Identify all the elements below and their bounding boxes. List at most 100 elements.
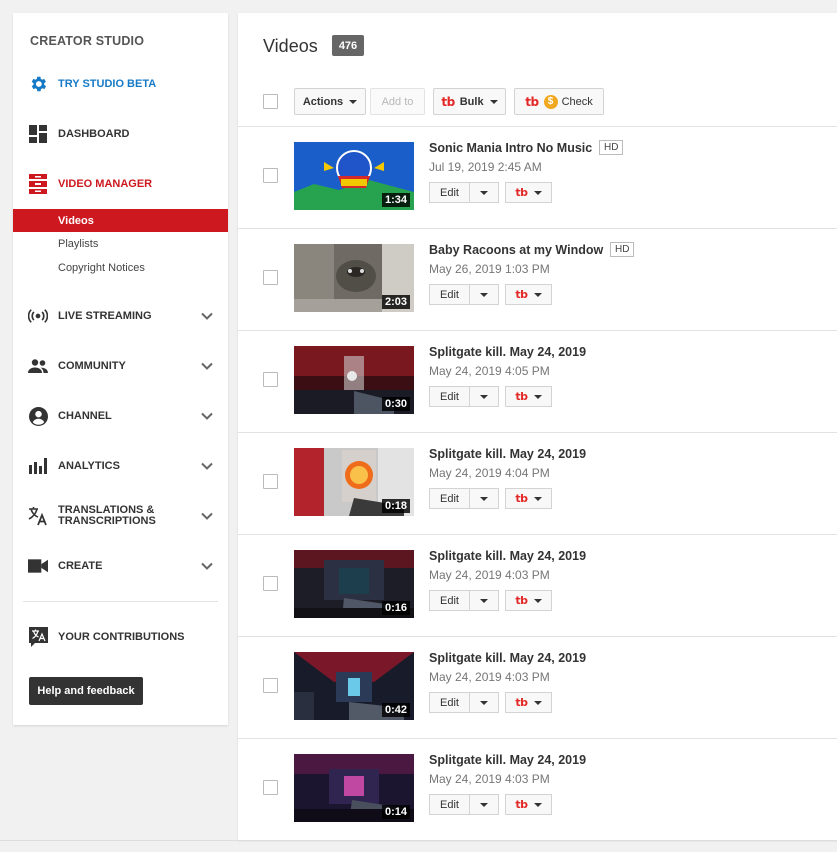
- chevron-down-icon[interactable]: [200, 309, 214, 323]
- video-select-checkbox[interactable]: [263, 576, 278, 591]
- edit-button[interactable]: Edit: [429, 794, 470, 815]
- tubebuddy-check-button[interactable]: tb $ Check: [514, 88, 604, 115]
- sidebar-item-analytics[interactable]: ANALYTICS: [13, 452, 228, 480]
- edit-button-group: Edit: [429, 386, 499, 407]
- tubebuddy-row-menu-button[interactable]: tb: [505, 794, 552, 815]
- sidebar-sub-copyright-notices[interactable]: Copyright Notices: [13, 256, 228, 279]
- page-title: Videos: [263, 36, 318, 56]
- video-row: 1:34 Sonic Mania Intro No Music HD Jul 1…: [238, 127, 837, 229]
- edit-button[interactable]: Edit: [429, 692, 470, 713]
- sidebar-item-translations[interactable]: TRANSLATIONS & TRANSCRIPTIONS: [13, 502, 228, 530]
- video-title[interactable]: Splitgate kill. May 24, 2019: [429, 345, 586, 359]
- video-thumbnail[interactable]: 1:34: [294, 142, 414, 210]
- caret-down-icon: [533, 802, 542, 807]
- video-title[interactable]: Splitgate kill. May 24, 2019: [429, 753, 586, 767]
- sidebar-item-create[interactable]: CREATE: [13, 552, 228, 580]
- tubebuddy-row-menu-button[interactable]: tb: [505, 488, 552, 509]
- chevron-down-icon[interactable]: [200, 559, 214, 573]
- video-title[interactable]: Splitgate kill. May 24, 2019: [429, 549, 586, 563]
- video-date: May 24, 2019 4:03 PM: [429, 670, 550, 684]
- tubebuddy-row-menu-button[interactable]: tb: [505, 284, 552, 305]
- video-select-checkbox[interactable]: [263, 270, 278, 285]
- video-camera-icon: [28, 556, 48, 576]
- edit-button[interactable]: Edit: [429, 488, 470, 509]
- video-select-checkbox[interactable]: [263, 780, 278, 795]
- sidebar-item-community[interactable]: COMMUNITY: [13, 352, 228, 380]
- sidebar-item-channel[interactable]: CHANNEL: [13, 402, 228, 430]
- tubebuddy-logo-icon: tb: [515, 390, 528, 403]
- edit-dropdown-button[interactable]: [470, 692, 499, 713]
- sidebar-sub-videos[interactable]: Videos: [13, 209, 228, 232]
- caret-down-icon: [533, 394, 542, 399]
- video-thumbnail[interactable]: 0:16: [294, 550, 414, 618]
- chevron-down-icon[interactable]: [200, 409, 214, 423]
- caret-down-icon: [533, 190, 542, 195]
- edit-button[interactable]: Edit: [429, 386, 470, 407]
- video-duration: 0:42: [381, 703, 410, 717]
- video-select-checkbox[interactable]: [263, 372, 278, 387]
- tubebuddy-logo-icon: tb: [515, 492, 528, 505]
- add-to-button[interactable]: Add to: [370, 88, 425, 115]
- sidebar-item-label: CHANNEL: [58, 409, 112, 422]
- tubebuddy-bulk-button[interactable]: tb Bulk: [433, 88, 506, 115]
- tubebuddy-logo-icon: tb: [515, 186, 528, 199]
- video-title[interactable]: Splitgate kill. May 24, 2019: [429, 651, 586, 665]
- video-duration: 0:14: [381, 805, 410, 819]
- chevron-down-icon[interactable]: [200, 509, 214, 523]
- edit-dropdown-button[interactable]: [470, 284, 499, 305]
- sidebar-item-label: VIDEO MANAGER: [58, 177, 153, 190]
- caret-down-icon: [480, 190, 488, 195]
- video-date: May 24, 2019 4:04 PM: [429, 466, 550, 480]
- tubebuddy-row-menu-button[interactable]: tb: [505, 386, 552, 407]
- actions-label: Actions: [302, 95, 344, 108]
- translate-icon: [28, 506, 48, 526]
- video-title[interactable]: Splitgate kill. May 24, 2019: [429, 447, 586, 461]
- video-thumbnail[interactable]: 0:42: [294, 652, 414, 720]
- video-row: 0:18 Splitgate kill. May 24, 2019 May 24…: [238, 433, 837, 535]
- video-row: 0:14 Splitgate kill. May 24, 2019 May 24…: [238, 739, 837, 840]
- tubebuddy-row-menu-button[interactable]: tb: [505, 182, 552, 203]
- edit-dropdown-button[interactable]: [470, 386, 499, 407]
- video-title[interactable]: Sonic Mania Intro No Music: [429, 141, 592, 155]
- tubebuddy-row-menu-button[interactable]: tb: [505, 590, 552, 611]
- hd-badge: HD: [610, 242, 635, 257]
- bulk-label: Bulk: [459, 95, 484, 108]
- sidebar-item-try-studio-beta[interactable]: TRY STUDIO BETA: [13, 70, 228, 98]
- edit-dropdown-button[interactable]: [470, 794, 499, 815]
- edit-dropdown-button[interactable]: [470, 488, 499, 509]
- sidebar-item-your-contributions[interactable]: YOUR CONTRIBUTIONS: [13, 623, 228, 651]
- video-thumbnail[interactable]: 0:18: [294, 448, 414, 516]
- edit-button[interactable]: Edit: [429, 284, 470, 305]
- edit-button[interactable]: Edit: [429, 182, 470, 203]
- sidebar-item-dashboard[interactable]: DASHBOARD: [13, 120, 228, 148]
- tubebuddy-logo-icon: tb: [525, 94, 539, 109]
- tubebuddy-row-menu-button[interactable]: tb: [505, 692, 552, 713]
- video-thumbnail[interactable]: 2:03: [294, 244, 414, 312]
- video-date: May 26, 2019 1:03 PM: [429, 262, 550, 276]
- video-row: 0:42 Splitgate kill. May 24, 2019 May 24…: [238, 637, 837, 739]
- sidebar-sub-playlists[interactable]: Playlists: [13, 232, 228, 255]
- select-all-checkbox[interactable]: [263, 94, 278, 109]
- video-select-checkbox[interactable]: [263, 678, 278, 693]
- video-title[interactable]: Baby Racoons at my Window: [429, 243, 603, 257]
- video-duration: 0:30: [381, 397, 410, 411]
- video-select-checkbox[interactable]: [263, 168, 278, 183]
- edit-button[interactable]: Edit: [429, 590, 470, 611]
- video-thumbnail[interactable]: 0:14: [294, 754, 414, 822]
- chevron-down-icon[interactable]: [200, 459, 214, 473]
- actions-dropdown[interactable]: Actions: [294, 88, 366, 115]
- edit-dropdown-button[interactable]: [470, 182, 499, 203]
- caret-down-icon: [480, 292, 488, 297]
- sidebar-item-live-streaming[interactable]: LIVE STREAMING: [13, 302, 228, 330]
- chevron-down-icon[interactable]: [200, 359, 214, 373]
- sidebar-item-video-manager[interactable]: VIDEO MANAGER: [13, 170, 228, 198]
- video-date: May 24, 2019 4:03 PM: [429, 568, 550, 582]
- coin-icon: $: [543, 94, 558, 109]
- help-and-feedback-button[interactable]: Help and feedback: [29, 677, 143, 705]
- sidebar-item-label: TRANSLATIONS & TRANSCRIPTIONS: [58, 505, 156, 527]
- edit-dropdown-button[interactable]: [470, 590, 499, 611]
- video-select-checkbox[interactable]: [263, 474, 278, 489]
- video-thumbnail[interactable]: 0:30: [294, 346, 414, 414]
- edit-button-group: Edit: [429, 692, 499, 713]
- sidebar-title: CREATOR STUDIO: [30, 34, 145, 48]
